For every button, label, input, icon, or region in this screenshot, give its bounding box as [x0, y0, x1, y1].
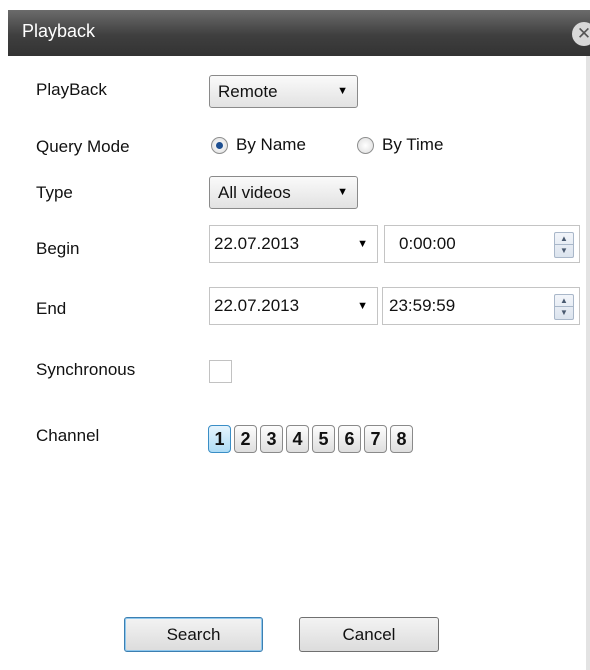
search-button[interactable]: Search [124, 617, 263, 652]
begin-time-spinner[interactable]: ▲ ▼ [554, 232, 574, 258]
chevron-down-icon[interactable]: ▼ [357, 288, 368, 324]
close-icon[interactable]: ✕ [572, 22, 590, 46]
playback-select[interactable]: Remote ▼ [209, 75, 358, 108]
end-time-value: 23:59:59 [389, 296, 456, 315]
chevron-down-icon: ▼ [337, 85, 348, 97]
query-mode-by-time[interactable]: By Time [357, 135, 443, 155]
query-mode-label: Query Mode [36, 137, 130, 156]
end-time-spinner[interactable]: ▲ ▼ [554, 294, 574, 320]
synchronous-label: Synchronous [36, 360, 136, 379]
channel-button-3[interactable]: 3 [260, 425, 283, 453]
channel-selector: 1 2 3 4 5 6 7 8 [208, 425, 413, 453]
end-date-value: 22.07.2013 [214, 296, 300, 315]
channel-button-1[interactable]: 1 [208, 425, 231, 453]
spin-up-icon[interactable]: ▲ [555, 295, 573, 307]
channel-button-6[interactable]: 6 [338, 425, 361, 453]
channel-button-8[interactable]: 8 [390, 425, 413, 453]
channel-label: Channel [36, 426, 100, 445]
end-label: End [36, 299, 67, 318]
end-time-field[interactable]: 23:59:59 ▲ ▼ [382, 287, 580, 325]
synchronous-checkbox[interactable] [209, 360, 232, 383]
radio-by-name[interactable] [211, 136, 228, 154]
playback-select-value: Remote [218, 82, 278, 101]
begin-label: Begin [36, 239, 80, 258]
channel-button-2[interactable]: 2 [234, 425, 257, 453]
begin-time-value: 0:00:00 [399, 234, 456, 253]
channel-button-7[interactable]: 7 [364, 425, 387, 453]
title-bar[interactable]: Playback ✕ [8, 10, 590, 56]
playback-label: PlayBack [36, 80, 107, 99]
cancel-button[interactable]: Cancel [299, 617, 439, 652]
dialog-right-border [586, 56, 590, 670]
query-mode-by-name[interactable]: By Name [211, 135, 306, 155]
chevron-down-icon: ▼ [337, 186, 348, 198]
playback-dialog: Playback ✕ PlayBack Remote ▼ Query Mode … [0, 0, 590, 670]
type-label: Type [36, 183, 73, 202]
radio-by-name-label: By Name [236, 135, 306, 154]
chevron-down-icon[interactable]: ▼ [357, 226, 368, 262]
end-date-picker[interactable]: 22.07.2013 ▼ [209, 287, 378, 325]
begin-date-value: 22.07.2013 [214, 234, 300, 253]
type-select[interactable]: All videos ▼ [209, 176, 358, 209]
begin-time-field[interactable]: 0:00:00 ▲ ▼ [384, 225, 580, 263]
spin-up-icon[interactable]: ▲ [555, 233, 573, 245]
dialog-title: Playback [22, 21, 96, 41]
channel-button-4[interactable]: 4 [286, 425, 309, 453]
spin-down-icon[interactable]: ▼ [555, 245, 573, 257]
type-select-value: All videos [218, 183, 291, 202]
begin-date-picker[interactable]: 22.07.2013 ▼ [209, 225, 378, 263]
radio-by-time[interactable] [357, 136, 374, 154]
radio-by-time-label: By Time [382, 135, 444, 154]
spin-down-icon[interactable]: ▼ [555, 307, 573, 319]
channel-button-5[interactable]: 5 [312, 425, 335, 453]
